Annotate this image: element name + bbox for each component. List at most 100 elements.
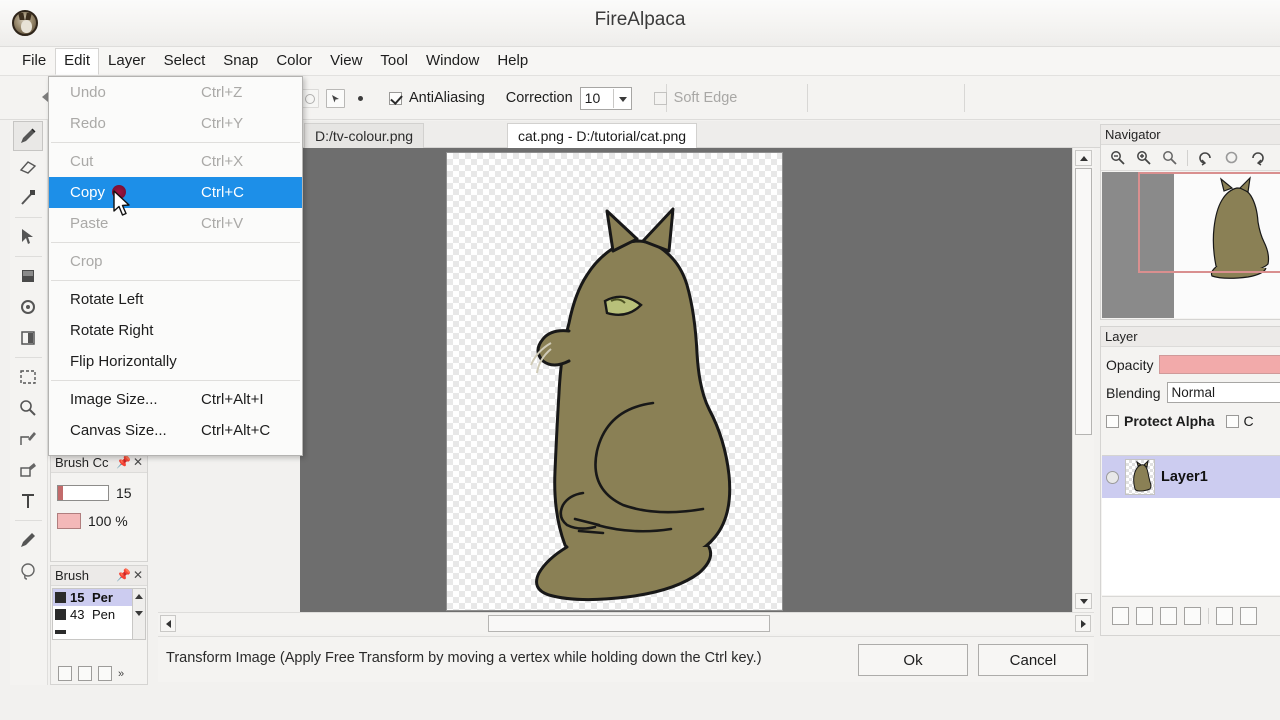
canvas-vertical-scrollbar[interactable]	[1072, 148, 1094, 612]
scroll-thumb[interactable]	[488, 615, 770, 632]
menu-item-copy[interactable]: Copy Ctrl+C	[49, 177, 302, 208]
layer-panel: Layer Opacity Blending Normal Protect Al…	[1100, 326, 1280, 636]
ok-button[interactable]: Ok	[858, 644, 968, 676]
pin-icon[interactable]: 📌	[116, 455, 131, 469]
menu-item-redo[interactable]: Redo Ctrl+Y	[49, 108, 302, 139]
eraser-tool[interactable]	[13, 152, 43, 182]
scroll-right-button[interactable]	[1075, 615, 1091, 632]
brush-list-scrollbar[interactable]	[132, 589, 145, 639]
dot-icon[interactable]	[358, 95, 363, 101]
delete-layer-icon[interactable]	[1240, 606, 1257, 625]
tab-tv-colour[interactable]: D:/tv-colour.png	[304, 123, 425, 148]
scroll-left-button[interactable]	[160, 615, 176, 632]
menu-help[interactable]: Help	[488, 48, 537, 74]
menu-item-flip-horizontally[interactable]: Flip Horizontally	[49, 346, 302, 377]
rotate-reset-icon[interactable]	[1223, 149, 1240, 166]
brush-opacity-swatch[interactable]	[57, 513, 81, 529]
rotate-left-icon[interactable]	[1197, 149, 1214, 166]
zoom-reset-icon[interactable]	[1161, 149, 1178, 166]
title-bar: FireAlpaca	[0, 0, 1280, 47]
antialiasing-checkbox[interactable]	[389, 91, 402, 105]
blur-tool[interactable]	[13, 183, 43, 213]
protect-alpha-checkbox[interactable]	[1106, 414, 1119, 428]
edit-brush-icon[interactable]	[78, 666, 92, 681]
blending-dropdown[interactable]: Normal	[1166, 382, 1280, 403]
brush-size: 15	[70, 590, 85, 605]
shape-tool[interactable]	[13, 455, 43, 485]
pen-tool[interactable]	[13, 121, 43, 151]
zoom-out-icon[interactable]	[1109, 149, 1126, 166]
navigator-viewbox[interactable]	[1138, 172, 1280, 273]
merge-layer-icon[interactable]	[1216, 606, 1233, 625]
clipping-checkbox[interactable]	[1225, 414, 1239, 428]
scroll-down-button[interactable]	[1075, 593, 1092, 609]
layer-visibility-icon[interactable]	[1106, 470, 1119, 484]
scroll-down-icon[interactable]	[135, 611, 143, 616]
pointer-tool-icon[interactable]	[326, 88, 345, 108]
layer-panel-title: Layer	[1101, 327, 1280, 347]
soft-edge-checkbox[interactable]	[653, 91, 667, 105]
menu-edit[interactable]: Edit	[55, 47, 100, 75]
menu-item-crop[interactable]: Crop	[49, 246, 302, 277]
rotate-right-icon[interactable]	[1249, 149, 1266, 166]
menu-separator	[51, 242, 300, 243]
more-icon[interactable]: »	[118, 668, 124, 680]
menu-item-rotate-left[interactable]: Rotate Left	[49, 284, 302, 315]
menu-item-image-size[interactable]: Image Size... Ctrl+Alt+I	[49, 384, 302, 415]
correction-dropdown[interactable]: 10	[579, 86, 632, 110]
layer-list[interactable]: Layer1	[1102, 455, 1280, 595]
eyedropper-tool[interactable]	[13, 525, 43, 555]
select-tool[interactable]	[13, 362, 43, 392]
bucket-tool[interactable]	[13, 261, 43, 291]
layer-thumbnail	[1125, 459, 1155, 495]
copy-layer-icon[interactable]	[1160, 606, 1177, 625]
folder-icon[interactable]	[1184, 606, 1201, 625]
lasso-tool[interactable]	[13, 556, 43, 586]
canvas-horizontal-scrollbar[interactable]	[158, 612, 1094, 634]
opacity-slider[interactable]	[1159, 355, 1280, 374]
table-row[interactable]: Layer1	[1102, 456, 1280, 498]
menu-item-paste[interactable]: Paste Ctrl+V	[49, 208, 302, 239]
gradient-tool[interactable]	[13, 292, 43, 322]
menu-color[interactable]: Color	[267, 48, 321, 74]
canvas-viewport[interactable]	[300, 148, 1072, 612]
menu-item-undo[interactable]: Undo Ctrl+Z	[49, 77, 302, 108]
duplicate-brush-icon[interactable]	[98, 666, 112, 681]
brush-list[interactable]: 15 Per 43 Pen	[52, 588, 146, 640]
edit-dropdown-menu[interactable]: Undo Ctrl+Z Redo Ctrl+Y Cut Ctrl+X Copy …	[48, 76, 303, 456]
menu-select[interactable]: Select	[155, 48, 215, 74]
scroll-up-button[interactable]	[1075, 150, 1092, 166]
menu-item-rotate-right[interactable]: Rotate Right	[49, 315, 302, 346]
brush-size-slider[interactable]	[57, 485, 109, 501]
navigator-preview[interactable]	[1102, 172, 1280, 318]
zoom-tool[interactable]	[13, 393, 43, 423]
menu-tool[interactable]: Tool	[371, 48, 417, 74]
transform-status-bar: Transform Image (Apply Free Transform by…	[158, 636, 1094, 682]
menu-item-cut[interactable]: Cut Ctrl+X	[49, 146, 302, 177]
close-icon[interactable]: ✕	[133, 568, 143, 582]
tab-cat[interactable]: cat.png - D:/tutorial/cat.png	[507, 123, 698, 148]
duplicate-layer-icon[interactable]	[1136, 606, 1153, 625]
close-icon[interactable]: ✕	[133, 455, 143, 469]
opacity-label: Opacity	[1106, 356, 1154, 373]
scroll-thumb[interactable]	[1075, 168, 1092, 435]
menu-item-canvas-size[interactable]: Canvas Size... Ctrl+Alt+C	[49, 415, 302, 446]
brush-panel-toolbar: »	[51, 666, 147, 681]
add-layer-icon[interactable]	[1112, 606, 1129, 625]
pin-icon[interactable]: 📌	[116, 568, 131, 582]
move-tool[interactable]	[13, 222, 43, 252]
document-tab-bar: D:/tv-colour.png cat.png - D:/tutorial/c…	[300, 121, 1100, 148]
text-tool[interactable]	[13, 486, 43, 516]
menu-window[interactable]: Window	[417, 48, 488, 74]
menu-view[interactable]: View	[321, 48, 371, 74]
menu-file[interactable]: File	[13, 48, 55, 74]
new-brush-icon[interactable]	[58, 666, 72, 681]
pattern-tool[interactable]	[13, 323, 43, 353]
menu-snap[interactable]: Snap	[214, 48, 267, 74]
polyline-tool[interactable]	[13, 424, 43, 454]
canvas-sheet[interactable]	[447, 153, 782, 610]
scroll-up-icon[interactable]	[135, 594, 143, 599]
cancel-button[interactable]: Cancel	[978, 644, 1088, 676]
menu-layer[interactable]: Layer	[99, 48, 155, 74]
zoom-in-icon[interactable]	[1135, 149, 1152, 166]
